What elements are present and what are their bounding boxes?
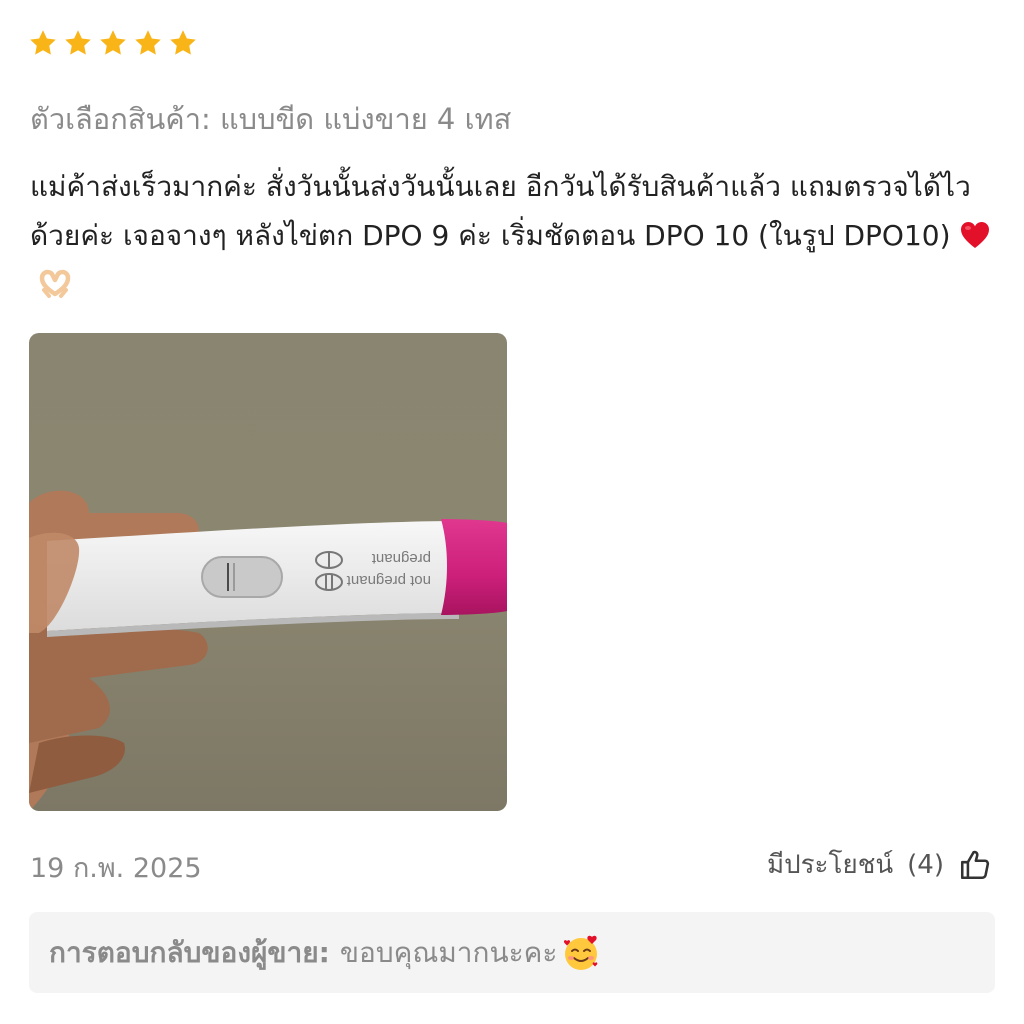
review-date: 19 ก.พ. 2025 [30,853,202,884]
red-heart-emoji [959,219,991,251]
rating-stars [28,28,198,58]
review-text: แม่ค้าส่งเร็วมากค่ะ สั่งวันนั้นส่งวันนั้… [30,170,971,252]
review-photo[interactable]: not pregnant pregnant [29,333,507,811]
helpful-count: (4) [907,849,944,880]
helpful-button[interactable]: มีประโยชน์ (4) [767,844,992,885]
star-icon [98,28,128,58]
star-icon [28,28,58,58]
star-icon [63,28,93,58]
star-icon [168,28,198,58]
star-icon [133,28,163,58]
product-variant: ตัวเลือกสินค้า: แบบขีด แบ่งขาย 4 เทส [30,102,512,136]
heart-hands-emoji [38,268,72,300]
smiling-face-with-hearts-emoji [561,933,601,973]
seller-reply-text: ขอบคุณมากนะคะ [339,935,558,969]
review-body: แม่ค้าส่งเร็วมากค่ะ สั่งวันนั้นส่งวันนั้… [30,162,1000,309]
seller-reply: การตอบกลับของผู้ขาย: ขอบคุณมากนะคะ [29,912,995,993]
seller-reply-label: การตอบกลับของผู้ขาย: [49,935,330,969]
not-pregnant-label: not pregnant [346,572,431,589]
helpful-label: มีประโยชน์ [766,850,894,880]
pregnant-label: pregnant [371,550,431,567]
thumbs-up-icon [958,848,992,882]
